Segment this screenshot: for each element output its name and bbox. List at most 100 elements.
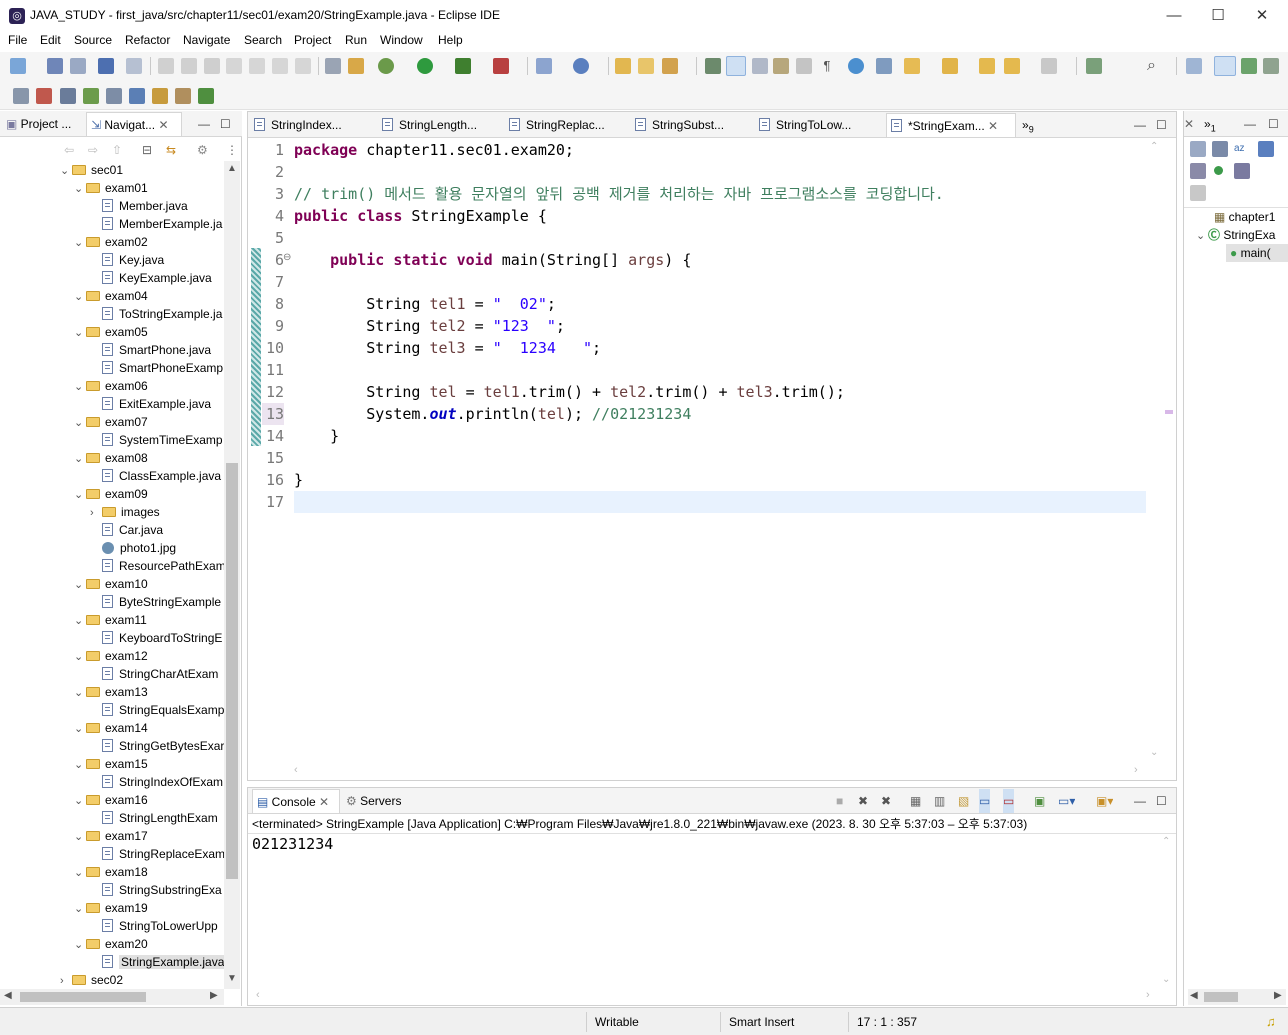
- open-console-icon[interactable]: ▣▾: [1096, 789, 1113, 813]
- new-java-project-icon[interactable]: [536, 58, 552, 74]
- sort-icon[interactable]: [129, 88, 145, 104]
- tree-file[interactable]: StringReplaceExam: [90, 845, 224, 863]
- globe-icon[interactable]: [848, 58, 864, 74]
- maximize-editor-icon[interactable]: ☐: [1156, 113, 1167, 137]
- console-scroll-right-icon[interactable]: ›: [1146, 989, 1150, 1001]
- tab-stringlength[interactable]: StringLength...: [382, 113, 502, 137]
- filters-icon[interactable]: ⚙: [197, 138, 208, 162]
- pilcrow-icon[interactable]: ¶: [819, 58, 835, 74]
- notification-icon[interactable]: ♫: [1266, 1014, 1276, 1029]
- tree-file[interactable]: StringSubstringExa: [90, 881, 222, 899]
- collapse-icon[interactable]: ›: [60, 972, 72, 989]
- tree-file[interactable]: ExitExample.java: [90, 395, 211, 413]
- scroll-up-icon[interactable]: ▲: [227, 163, 237, 174]
- close-tab-icon[interactable]: ✕: [988, 119, 998, 133]
- minimize-console-icon[interactable]: —: [1134, 789, 1146, 813]
- hide-local-types-icon[interactable]: [1234, 163, 1250, 179]
- console-scroll-up-icon[interactable]: ⌃: [1162, 836, 1170, 847]
- minimize-editor-icon[interactable]: —: [1134, 113, 1146, 137]
- maximize-outline-icon[interactable]: ☐: [1268, 112, 1279, 136]
- word-wrap-icon[interactable]: [773, 58, 789, 74]
- tree-file[interactable]: KeyExample.java: [90, 269, 212, 287]
- tree-folder[interactable]: ⌄ exam17: [74, 827, 148, 845]
- search-icon[interactable]: ⌕: [1147, 58, 1163, 74]
- tree-folder[interactable]: ⌄ exam05: [74, 323, 148, 341]
- outline-scroll-left-icon[interactable]: ◀: [1190, 990, 1198, 1001]
- diagram-icon[interactable]: [106, 88, 122, 104]
- console-scroll-down-icon[interactable]: ⌄: [1162, 974, 1170, 985]
- expand-icon[interactable]: ⌄: [60, 162, 72, 180]
- close-window-button[interactable]: ✕: [1240, 0, 1284, 31]
- editor-scroll-left-icon[interactable]: ‹: [294, 764, 298, 776]
- coverage-icon[interactable]: [348, 58, 364, 74]
- download-icon[interactable]: [198, 88, 214, 104]
- tree-file[interactable]: StringEqualsExamp: [90, 701, 224, 719]
- debug-icon[interactable]: [378, 58, 394, 74]
- tree-file[interactable]: StringGetBytesExar: [90, 737, 224, 755]
- external-tools-icon[interactable]: [493, 58, 509, 74]
- tree-file[interactable]: photo1.jpg: [90, 539, 176, 557]
- tree-folder[interactable]: ⌄ exam02: [74, 233, 148, 251]
- code-line[interactable]: String tel1 = " 02";: [294, 293, 556, 315]
- menu-edit[interactable]: Edit: [40, 33, 61, 47]
- outline-class[interactable]: ⌄ Ⓒ StringExa: [1196, 226, 1288, 244]
- tree-file[interactable]: StringToLowerUpp: [90, 917, 218, 935]
- maximize-button[interactable]: ☐: [1196, 0, 1240, 31]
- next-annotation-icon[interactable]: [904, 58, 920, 74]
- remove-all-icon[interactable]: ✖: [881, 789, 891, 813]
- skip-breakpoints-icon[interactable]: [126, 58, 142, 74]
- block-selection-icon[interactable]: [752, 58, 768, 74]
- minimize-outline-icon[interactable]: —: [1244, 112, 1256, 136]
- tree-folder[interactable]: › sec02: [60, 971, 123, 989]
- console-scroll-left-icon[interactable]: ‹: [256, 989, 260, 1001]
- expand-icon[interactable]: ⌄: [74, 756, 86, 774]
- tree-folder[interactable]: ⌄ exam14: [74, 719, 148, 737]
- expand-icon[interactable]: ⌄: [74, 612, 86, 630]
- restore-icon[interactable]: [13, 88, 29, 104]
- expand-icon[interactable]: ⌄: [74, 180, 86, 198]
- collapse-icon[interactable]: ›: [90, 504, 102, 522]
- menu-help[interactable]: Help: [438, 33, 463, 47]
- tree-horizontal-scrollbar[interactable]: ◀ ▶: [0, 989, 224, 1005]
- tree-folder[interactable]: ⌄ exam13: [74, 683, 148, 701]
- tree-folder[interactable]: ⌄ exam11: [74, 611, 147, 629]
- view-menu-icon[interactable]: ⋮: [226, 138, 238, 162]
- more-tabs-button[interactable]: »9: [1022, 113, 1034, 137]
- menu-refactor[interactable]: Refactor: [125, 33, 170, 47]
- git-icon[interactable]: [175, 88, 191, 104]
- expand-icon[interactable]: ⌄: [74, 288, 86, 306]
- code-line[interactable]: // trim() 메서드 활용 문자열의 앞뒤 공백 제거를 처리하는 자바 …: [294, 183, 944, 205]
- close-outline-icon[interactable]: ✕: [1184, 112, 1194, 136]
- tree-file[interactable]: SmartPhone.java: [90, 341, 211, 359]
- code-line[interactable]: String tel3 = " 1234 ";: [294, 337, 601, 359]
- tree-folder[interactable]: ⌄ exam01: [74, 179, 148, 197]
- expand-icon[interactable]: ⌄: [74, 234, 86, 252]
- git-perspective-icon[interactable]: [1263, 58, 1279, 74]
- expand-icon[interactable]: ⌄: [74, 720, 86, 738]
- tree-folder[interactable]: ⌄ exam20: [74, 935, 148, 953]
- hide-fields-icon[interactable]: [1258, 141, 1274, 157]
- chart-icon[interactable]: [152, 88, 168, 104]
- code-line[interactable]: String tel2 = "123 ";: [294, 315, 565, 337]
- debug-perspective-icon[interactable]: [1241, 58, 1257, 74]
- tree-file[interactable]: KeyboardToStringE: [90, 629, 222, 647]
- tab-servers[interactable]: ⚙ Servers: [346, 789, 401, 813]
- menu-source[interactable]: Source: [74, 33, 112, 47]
- open-type-icon[interactable]: [615, 58, 631, 74]
- tree-file[interactable]: ClassExample.java: [90, 467, 221, 485]
- fold-icon[interactable]: ⊖: [283, 252, 291, 263]
- expand-icon[interactable]: ⌄: [74, 900, 86, 918]
- editor-scroll-down-icon[interactable]: ⌄: [1150, 747, 1158, 758]
- tab-project-explorer[interactable]: ▣ Project ...: [6, 112, 80, 136]
- tab-stringtolow[interactable]: StringToLow...: [759, 113, 879, 137]
- tree-folder[interactable]: ⌄ exam12: [74, 647, 148, 665]
- tree-file[interactable]: StringLengthExam: [90, 809, 218, 827]
- code-line[interactable]: }: [294, 425, 339, 447]
- hide-nonpublic-icon[interactable]: [1214, 166, 1223, 175]
- expand-icon[interactable]: ⌄: [74, 936, 86, 954]
- close-console-icon[interactable]: ✕: [319, 795, 329, 809]
- tree-folder[interactable]: ⌄ exam08: [74, 449, 148, 467]
- show-whitespace-icon[interactable]: [796, 58, 812, 74]
- outline-hscrollbar-thumb[interactable]: [1204, 992, 1238, 1002]
- tree-folder[interactable]: ⌄ exam10: [74, 575, 148, 593]
